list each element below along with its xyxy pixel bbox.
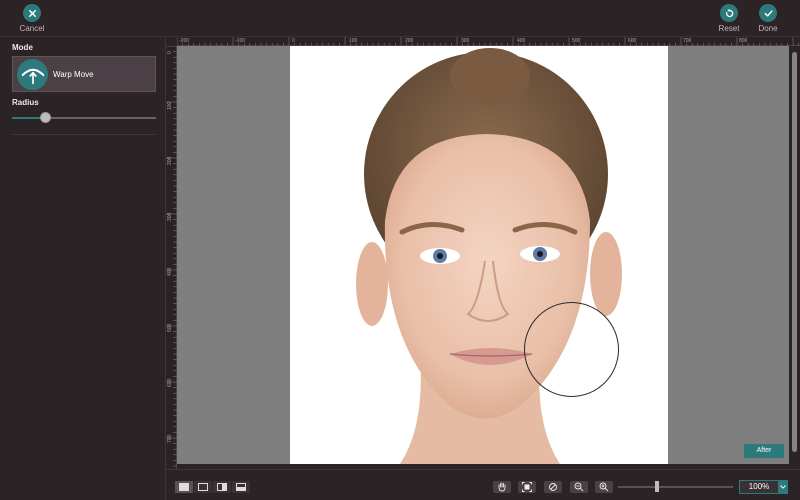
ruler-label: 400: [167, 267, 173, 276]
ruler-label: 800: [739, 38, 748, 44]
zoom-slider[interactable]: [618, 486, 733, 488]
ruler-label: 200: [405, 38, 414, 44]
done-label: Done: [758, 24, 778, 33]
reset-label: Reset: [718, 24, 740, 33]
top-toolbar: Cancel Reset Done: [0, 0, 800, 37]
warp-move-icon: [17, 59, 48, 90]
ruler-label: 400: [517, 38, 526, 44]
mode-option-label: Warp Move: [53, 70, 94, 79]
zoom-dropdown-button[interactable]: [778, 480, 788, 494]
ruler-label: 100: [167, 101, 173, 110]
checkmark-icon: [759, 4, 777, 22]
vertical-scrollbar[interactable]: [789, 46, 800, 464]
horizontal-ruler: -200 -100 0 100 200 300 400 500 600 700 …: [177, 37, 800, 46]
cancel-button[interactable]: Cancel: [10, 4, 54, 33]
bottom-toolbar: 100%: [166, 469, 800, 500]
ruler-label: 300: [461, 38, 470, 44]
close-icon: [23, 4, 41, 22]
after-toggle-button[interactable]: After: [744, 444, 784, 458]
reset-button[interactable]: Reset: [707, 4, 751, 33]
warp-move-mode-card[interactable]: Warp Move: [12, 56, 156, 92]
zoom-in-icon: [599, 482, 609, 492]
ruler-label: 500: [167, 323, 173, 332]
fit-screen-icon: [522, 482, 532, 492]
horizontal-ruler-ticks: [177, 37, 799, 46]
vertical-ruler: 0 100 200 300 400 500 600 700: [166, 46, 177, 469]
mode-heading: Mode: [12, 43, 33, 52]
ruler-corner: [166, 37, 177, 46]
view-original-button[interactable]: [194, 481, 212, 493]
chevron-down-icon: [780, 485, 786, 489]
actual-size-button[interactable]: [544, 481, 562, 493]
left-panel: Mode Warp Move Radius: [0, 37, 166, 500]
view-single-button[interactable]: [175, 481, 193, 493]
portrait-photo[interactable]: [290, 46, 668, 464]
ruler-label: 200: [167, 156, 173, 165]
zoom-slider-thumb[interactable]: [655, 481, 659, 492]
hand-icon: [498, 482, 506, 492]
ruler-label: 700: [167, 434, 173, 443]
zoom-out-icon: [574, 482, 584, 492]
fit-to-screen-button[interactable]: [518, 481, 536, 493]
view-split-horizontal-button[interactable]: [232, 481, 250, 493]
ruler-label: 500: [572, 38, 581, 44]
ruler-label: 0: [167, 51, 173, 54]
original-view-icon: [198, 483, 208, 491]
ruler-label: 600: [167, 378, 173, 387]
split-horizontal-icon: [236, 483, 246, 491]
ruler-label: 300: [167, 212, 173, 221]
actual-size-icon: [549, 483, 557, 491]
ruler-label: -200: [179, 38, 190, 44]
done-button[interactable]: Done: [746, 4, 790, 33]
ruler-label: -100: [235, 38, 246, 44]
ruler-label: 700: [683, 38, 692, 44]
ruler-label: 600: [628, 38, 637, 44]
single-view-icon: [179, 483, 189, 491]
scrollbar-thumb[interactable]: [792, 52, 797, 452]
panel-divider: [12, 134, 156, 135]
face-illustration: [356, 48, 622, 464]
view-split-vertical-button[interactable]: [213, 481, 231, 493]
zoom-out-button[interactable]: [570, 481, 588, 493]
brush-cursor: [524, 302, 619, 397]
cancel-label: Cancel: [19, 24, 45, 33]
radius-heading: Radius: [12, 98, 39, 107]
pan-tool-button[interactable]: [493, 481, 511, 493]
ruler-label: 0: [292, 38, 295, 44]
radius-slider-thumb[interactable]: [40, 112, 52, 123]
split-vertical-icon: [217, 483, 227, 491]
ruler-label: 100: [349, 38, 358, 44]
zoom-in-button[interactable]: [595, 481, 613, 493]
zoom-level-field[interactable]: 100%: [739, 480, 779, 494]
radius-slider[interactable]: [12, 112, 156, 123]
reset-icon: [720, 4, 738, 22]
